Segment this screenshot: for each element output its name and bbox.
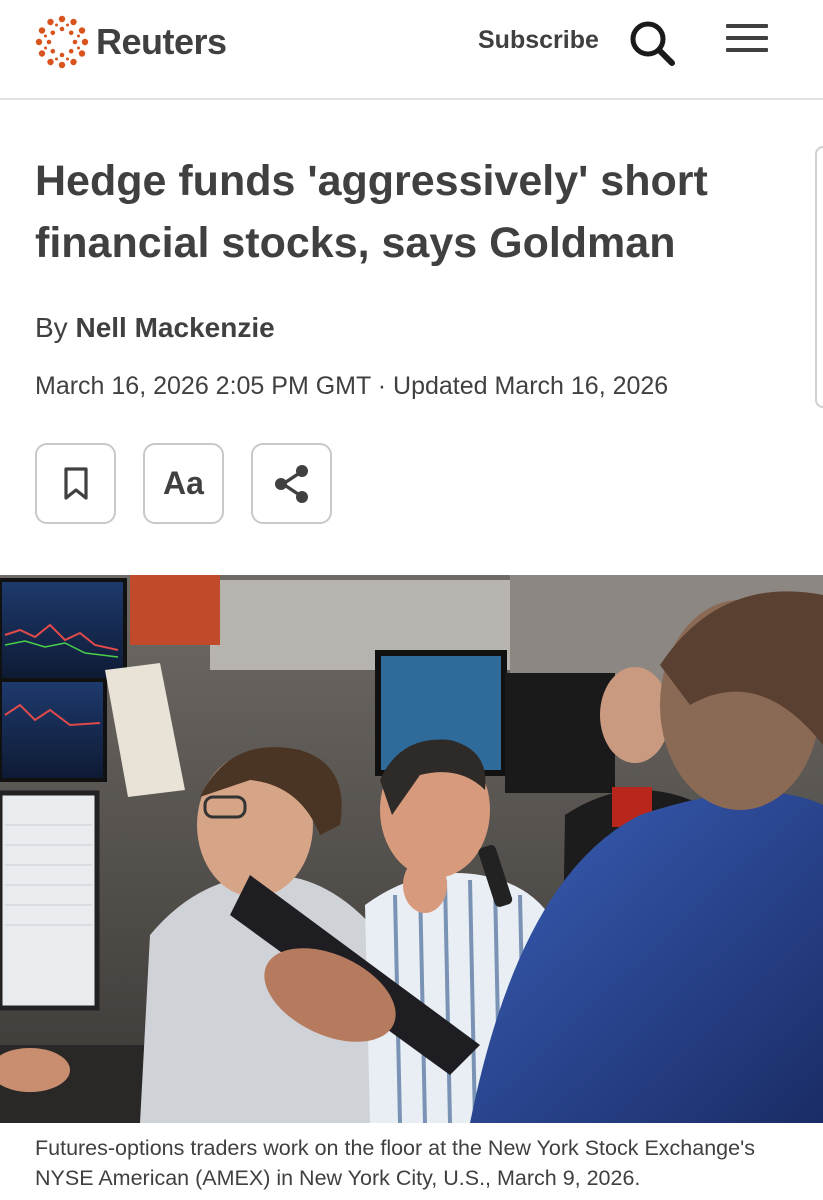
subscribe-button[interactable]: Subscribe xyxy=(478,26,599,55)
byline-prefix: By xyxy=(35,312,68,343)
brand-name: Reuters xyxy=(96,21,227,62)
text-size-label: Aa xyxy=(163,465,204,501)
article-headline: Hedge funds 'aggressively' short financi… xyxy=(35,157,708,267)
photo-caption: Futures-options traders work on the floo… xyxy=(35,1136,755,1190)
share-button[interactable] xyxy=(251,443,332,524)
bookmark-icon xyxy=(63,466,88,500)
article-photo[interactable] xyxy=(0,575,823,1123)
site-header: Reuters Subscribe xyxy=(0,0,823,100)
bookmark-button[interactable] xyxy=(35,443,116,524)
side-panel-edge xyxy=(815,146,823,408)
text-size-button[interactable]: Aa xyxy=(143,443,224,524)
author-link[interactable]: Nell Mackenzie xyxy=(75,312,274,343)
menu-bar xyxy=(726,24,768,28)
menu-bar xyxy=(726,48,768,52)
article-dateline: March 16, 2026 2:05 PM GMT · Updated Mar… xyxy=(35,372,669,400)
share-icon xyxy=(274,464,308,503)
reuters-logo-icon xyxy=(35,15,89,69)
byline: By Nell Mackenzie xyxy=(35,312,275,344)
trading-floor-photo xyxy=(0,575,823,1123)
menu-bar xyxy=(726,36,768,40)
search-icon xyxy=(630,21,675,66)
search-button[interactable] xyxy=(628,19,676,67)
reuters-logo[interactable]: Reuters xyxy=(34,14,227,70)
menu-button[interactable] xyxy=(726,24,768,60)
